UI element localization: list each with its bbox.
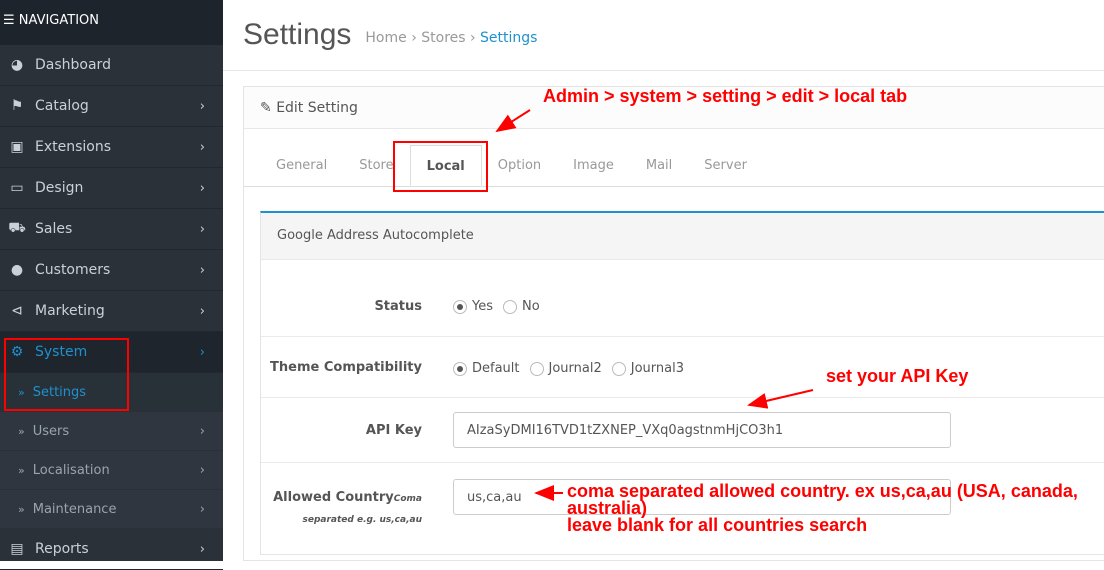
arrow-tab <box>495 109 531 133</box>
arrow-api <box>747 389 814 409</box>
annotation-arrows <box>495 109 814 501</box>
